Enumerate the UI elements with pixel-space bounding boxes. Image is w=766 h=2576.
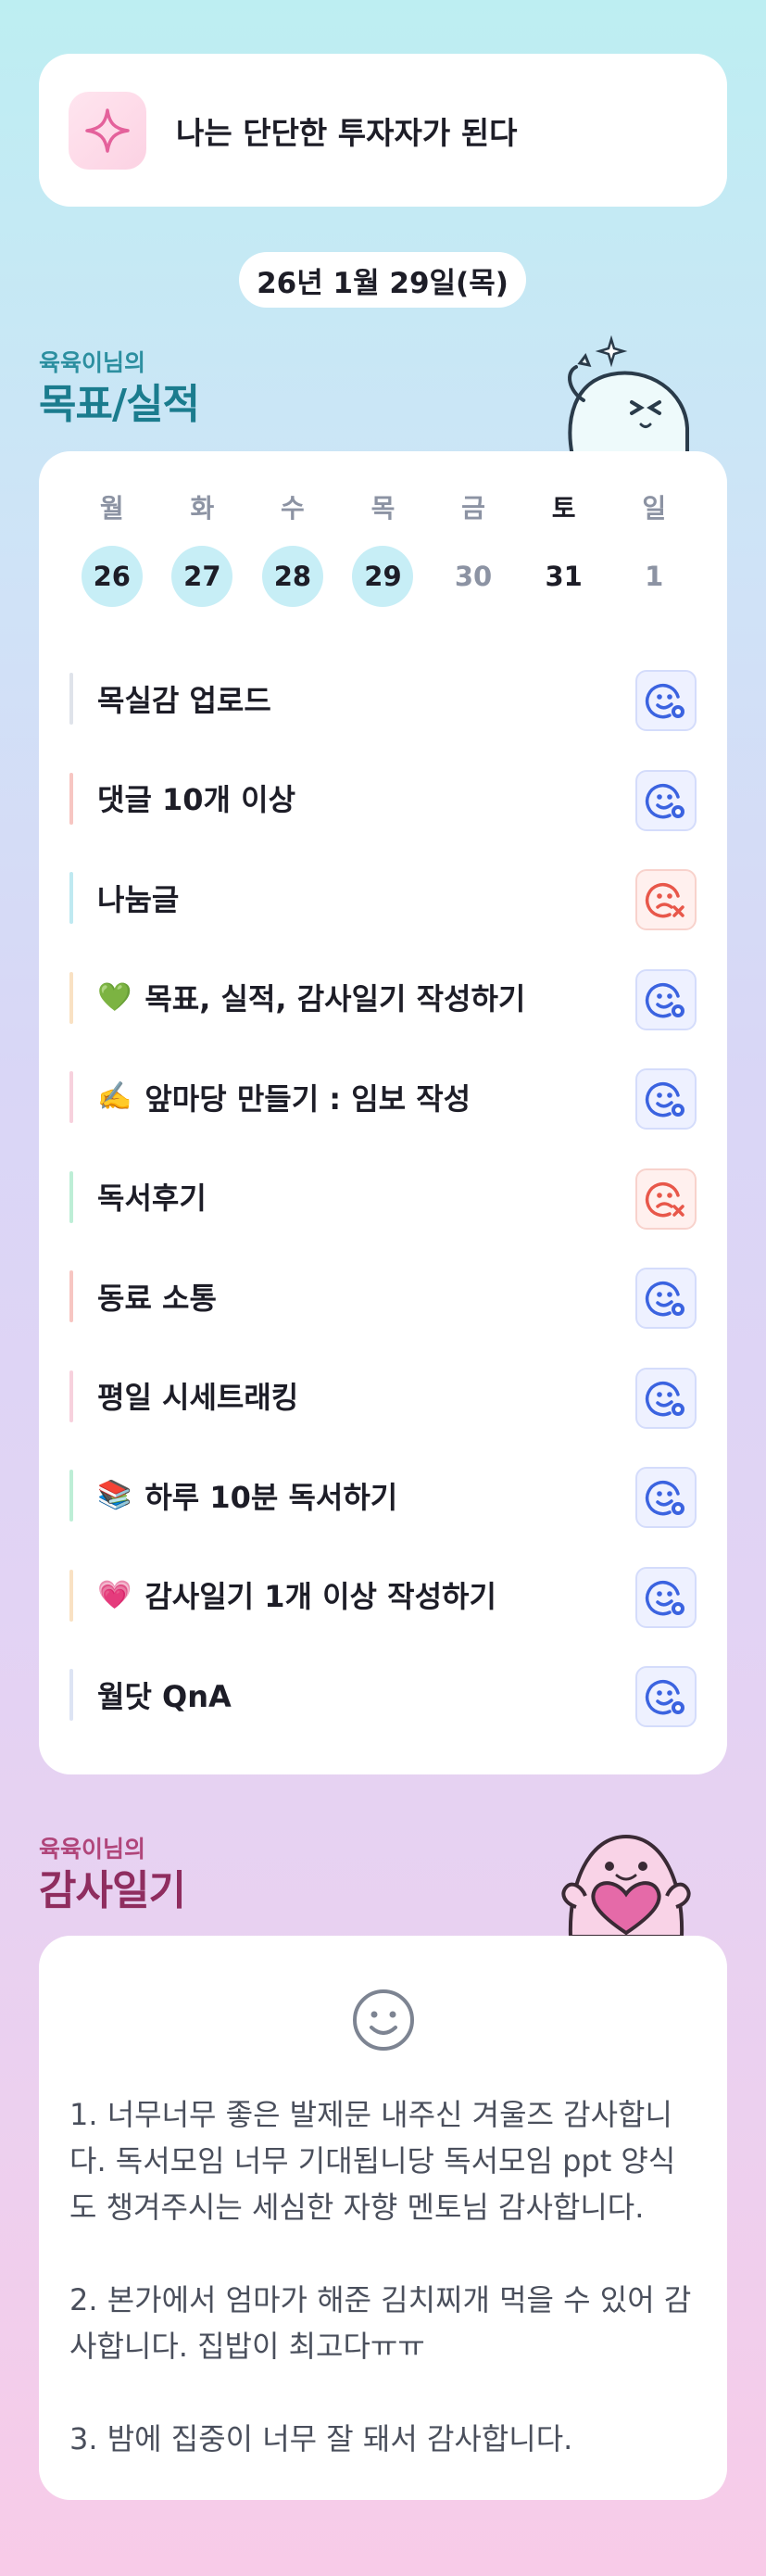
weekday-label: 금 [461, 493, 485, 524]
goals-section-title: 목표/실적 [39, 381, 200, 428]
mascot-illustration [556, 335, 695, 460]
calendar-date[interactable]: 30 [428, 546, 519, 607]
done-status-icon[interactable] [635, 1367, 697, 1429]
mascot-heart-illustration [552, 1818, 700, 1940]
task-label-text: 나눔글 [97, 881, 180, 917]
done-status-icon[interactable] [635, 670, 697, 731]
task-label: 독서후기 [97, 1175, 207, 1218]
task-label-text: 목실감 업로드 [97, 682, 271, 718]
diary-card: 1. 너무너무 좋은 발제문 내주신 겨울즈 감사합니다. 독서모임 너무 기대… [39, 1936, 727, 2500]
task-color-bar [69, 1270, 73, 1322]
done-status-icon[interactable] [635, 1068, 697, 1130]
task-emoji-icon: 💚 [97, 980, 132, 1014]
task-row[interactable]: 월닷 QnA [69, 1645, 697, 1745]
task-color-bar [69, 1170, 73, 1223]
calendar-date[interactable]: 1 [609, 546, 699, 607]
calendar-date-number: 30 [454, 561, 493, 592]
task-label-text: 동료 소통 [97, 1280, 217, 1316]
sparkle-icon [69, 91, 146, 170]
task-color-bar [69, 1370, 73, 1422]
calendar-date-number: 1 [645, 561, 664, 592]
calendar-date-number: 29 [352, 546, 414, 607]
calendar-date[interactable]: 29 [338, 546, 429, 607]
diary-text: 1. 너무너무 좋은 발제문 내주신 겨울즈 감사합니다. 독서모임 너무 기대… [69, 2097, 692, 2456]
task-row[interactable]: 목실감 업로드 [69, 649, 697, 749]
task-label: 💚 목표, 실적, 감사일기 작성하기 [97, 976, 525, 1018]
task-label: 목실감 업로드 [97, 677, 271, 720]
task-label: 동료 소통 [97, 1275, 217, 1318]
calendar-date[interactable]: 28 [247, 546, 338, 607]
task-color-bar [69, 1470, 73, 1522]
task-label-text: 독서후기 [97, 1181, 207, 1217]
task-emoji-icon: 📚 [97, 1479, 132, 1512]
task-label-text: 하루 10분 독서하기 [144, 1479, 398, 1515]
done-status-icon[interactable] [635, 968, 697, 1030]
weekday-label: 월 [99, 493, 124, 524]
weekday-label: 목 [370, 493, 396, 524]
diary-section-title: 감사일기 [39, 1867, 186, 1914]
smile-icon [351, 1988, 416, 2056]
done-status-icon[interactable] [635, 1467, 697, 1528]
goal-card[interactable]: 나는 단단한 투자자가 된다 [39, 54, 727, 207]
task-label-text: 평일 시세트래킹 [97, 1380, 299, 1416]
task-row[interactable]: 💗 감사일기 1개 이상 작성하기 [69, 1546, 697, 1646]
weekday-label: 토 [551, 493, 576, 524]
task-label: 댓글 10개 이상 [97, 777, 295, 819]
task-color-bar [69, 1569, 73, 1622]
task-color-bar [69, 872, 73, 924]
task-label: 월닷 QnA [97, 1673, 232, 1716]
task-row[interactable]: 평일 시세트래킹 [69, 1346, 697, 1446]
done-status-icon[interactable] [635, 1566, 697, 1628]
calendar-date-number: 28 [261, 546, 323, 607]
calendar-date[interactable]: 26 [67, 546, 157, 607]
goal-text: 나는 단단한 투자자가 된다 [176, 114, 518, 151]
task-color-bar [69, 1669, 73, 1721]
date-pill[interactable]: 26년 1월 29일(목) [239, 252, 526, 308]
task-row[interactable]: 동료 소통 [69, 1246, 697, 1346]
task-row[interactable]: 나눔글 [69, 848, 697, 948]
calendar-date[interactable]: 27 [157, 546, 248, 607]
done-status-icon[interactable] [635, 1666, 697, 1727]
task-label: 나눔글 [97, 877, 179, 919]
calendar-date[interactable]: 31 [519, 546, 609, 607]
task-color-bar [69, 772, 73, 825]
week-calendar: 월 화 수 목 금 토 일 26 27 28 29 30 31 1 [67, 488, 699, 607]
task-emoji-icon: ✍️ [97, 1080, 132, 1114]
task-row[interactable]: 댓글 10개 이상 [69, 749, 697, 849]
task-label-text: 월닷 QnA [97, 1678, 232, 1714]
task-row[interactable]: 💚 목표, 실적, 감사일기 작성하기 [69, 948, 697, 1048]
task-label: ✍️ 앞마당 만들기 : 임보 작성 [97, 1076, 471, 1118]
task-color-bar [69, 971, 73, 1024]
task-row[interactable]: ✍️ 앞마당 만들기 : 임보 작성 [69, 1047, 697, 1147]
weekday-label: 일 [642, 493, 667, 524]
task-label-text: 앞마당 만들기 : 임보 작성 [144, 1080, 471, 1117]
task-label: 📚 하루 10분 독서하기 [97, 1474, 397, 1517]
task-color-bar [69, 673, 73, 725]
task-color-bar [69, 1071, 73, 1123]
calendar-date-number: 31 [545, 561, 583, 592]
task-label: 평일 시세트래킹 [97, 1374, 298, 1417]
failed-status-icon[interactable] [635, 1168, 697, 1230]
done-status-icon[interactable] [635, 1268, 697, 1329]
weekday-label: 화 [190, 493, 215, 524]
failed-status-icon[interactable] [635, 869, 697, 930]
weekday-label: 수 [281, 493, 305, 524]
calendar-date-number: 26 [81, 546, 143, 607]
task-label-text: 댓글 10개 이상 [97, 782, 296, 818]
task-label-text: 목표, 실적, 감사일기 작성하기 [144, 981, 526, 1017]
task-list: 목실감 업로드댓글 10개 이상나눔글 💚 목표, 실적, 감사일기 작성하기 ✍️ 앞… [69, 649, 697, 1745]
done-status-icon[interactable] [635, 769, 697, 831]
calendar-date-number: 27 [171, 546, 233, 607]
goals-card: 월 화 수 목 금 토 일 26 27 28 29 30 31 1 목실감 업로드댓글 10개 이상나눔글… [39, 451, 727, 1774]
task-label: 💗 감사일기 1개 이상 작성하기 [97, 1573, 496, 1616]
task-emoji-icon: 💗 [97, 1578, 132, 1611]
task-row[interactable]: 📚 하루 10분 독서하기 [69, 1446, 697, 1546]
task-label-text: 감사일기 1개 이상 작성하기 [144, 1579, 496, 1615]
task-row[interactable]: 독서후기 [69, 1147, 697, 1247]
